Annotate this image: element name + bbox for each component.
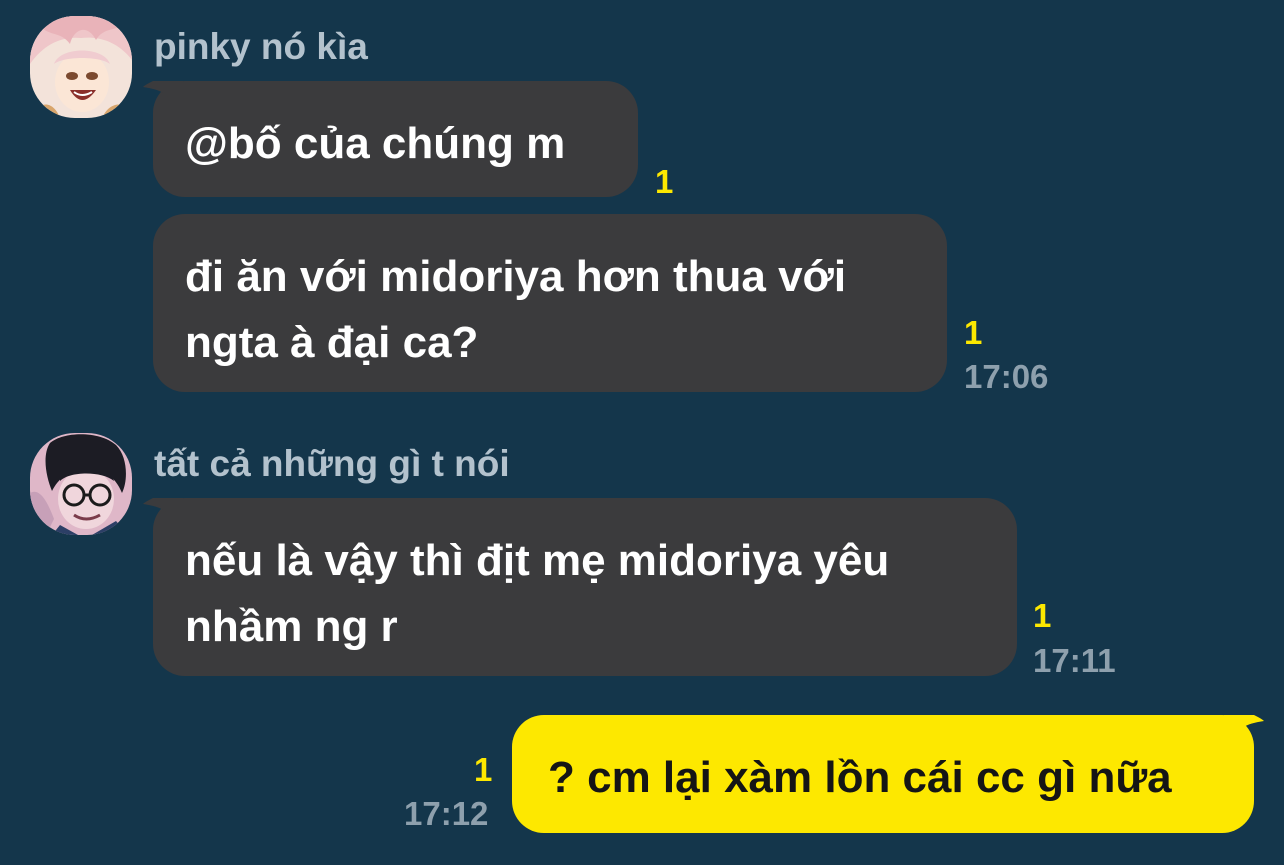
message-text-line: đi ăn với midoriya hơn thua với	[185, 252, 847, 301]
unread-count: 1	[964, 314, 983, 351]
message-bubble[interactable]: nếu là vậy thì địt mẹ midoriya yêu nhầm …	[143, 498, 1017, 676]
message-text-line: nhầm ng r	[185, 602, 398, 651]
sender-name: tất cả những gì t nói	[154, 443, 510, 484]
sender-name: pinky nó kìa	[154, 26, 368, 67]
bubble-tail-icon	[143, 81, 183, 111]
outgoing-message-bubble[interactable]: ? cm lại xàm lồn cái cc gì nữa	[512, 715, 1264, 833]
unread-count: 1	[655, 163, 674, 200]
anime-avatar-pink-hair-icon	[30, 16, 132, 118]
avatar[interactable]	[30, 16, 132, 118]
unread-count: 1	[474, 751, 493, 788]
message-bubble[interactable]: @bố của chúng m	[143, 81, 638, 197]
message-bubble[interactable]: đi ăn với midoriya hơn thua với ngta à đ…	[153, 214, 947, 392]
message-timestamp: 17:12	[404, 795, 489, 832]
unread-count: 1	[1033, 597, 1052, 634]
chat-thread: pinky nó kìa @bố của chúng m 1 đi ăn với…	[0, 0, 1284, 865]
message-timestamp: 17:11	[1033, 642, 1116, 679]
avatar[interactable]	[30, 433, 132, 535]
message-text: ? cm lại xàm lồn cái cc gì nữa	[548, 753, 1172, 802]
bubble-tail-icon	[143, 498, 183, 528]
message-timestamp: 17:06	[964, 358, 1049, 395]
bubble-tail-icon	[1224, 715, 1264, 745]
message-text-line: ngta à đại ca?	[185, 318, 479, 367]
anime-avatar-glasses-icon	[30, 433, 132, 535]
message-text: @bố của chúng m	[185, 119, 566, 168]
message-text-line: nếu là vậy thì địt mẹ midoriya yêu	[185, 536, 890, 585]
